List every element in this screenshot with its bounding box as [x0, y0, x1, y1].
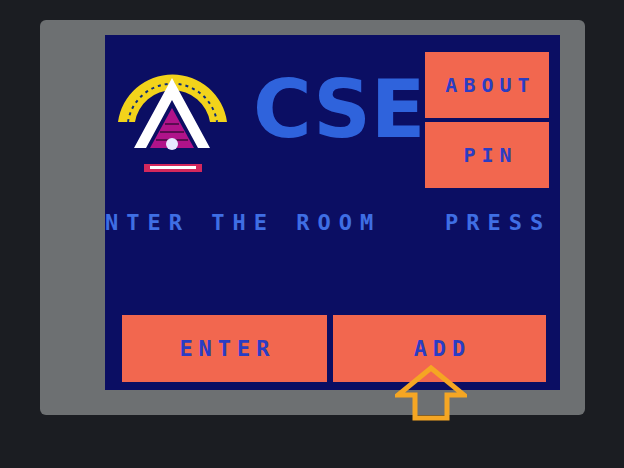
university-logo-icon	[110, 60, 235, 185]
marquee-text: NTER THE ROOM PRESS	[105, 208, 560, 237]
side-button[interactable]: PIN	[425, 122, 549, 188]
pointer-arrow-icon	[395, 365, 467, 421]
touch-screen: CSE ABOUTPIN NTER THE ROOM PRESS ENTER A…	[105, 35, 560, 390]
device-board: CSE ABOUTPIN NTER THE ROOM PRESS ENTER A…	[0, 0, 624, 468]
action-button[interactable]: ENTER	[122, 315, 327, 382]
side-button[interactable]: ABOUT	[425, 52, 549, 118]
cse-title: CSE	[253, 66, 425, 154]
display-bezel: CSE ABOUTPIN NTER THE ROOM PRESS ENTER A…	[40, 20, 585, 415]
